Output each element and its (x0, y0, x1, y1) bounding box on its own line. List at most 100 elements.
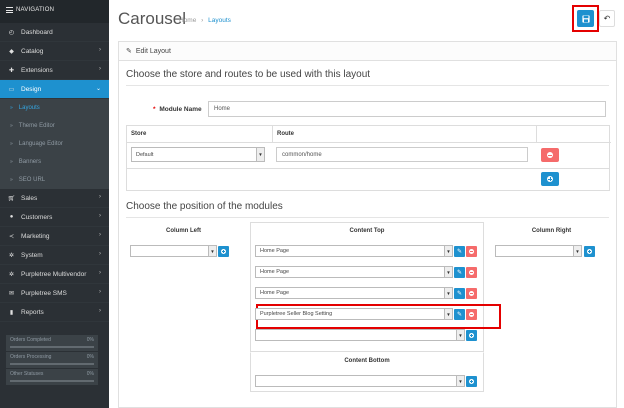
user-icon: ● (9, 214, 14, 220)
remove-module-button[interactable] (466, 288, 477, 299)
sidebar-item-extensions[interactable]: ✚ Extensions › (0, 61, 109, 80)
add-route-button[interactable] (541, 172, 559, 186)
edit-module-button[interactable]: ✎ (454, 267, 465, 278)
double-chevron-icon: » (10, 141, 13, 147)
column-header-store: Store (127, 126, 273, 143)
column-right-title: Column Right (531, 228, 572, 234)
save-button[interactable] (577, 10, 594, 27)
sidebar-item-label: Sales (21, 194, 38, 202)
edit-layout-panel: ✎ Edit Layout Choose the store and route… (118, 41, 617, 408)
sidebar-item-purpletree-sms[interactable]: ✉ Purpletree SMS › (0, 284, 109, 303)
sidebar-item-catalog[interactable]: ◆ Catalog › (0, 42, 109, 61)
store-select[interactable]: Default ▼ (131, 147, 265, 162)
content-bottom-title: Content Bottom (344, 358, 390, 364)
cog-icon: ✲ (8, 252, 15, 259)
sidebar-subitem-label: Banners (18, 159, 42, 165)
stat-label: Orders Processing (10, 354, 52, 360)
sidebar-subitem-seo-url[interactable]: » SEO URL (0, 171, 109, 189)
sidebar-subitem-label: Language Editor (18, 141, 63, 147)
sidebar-item-marketing[interactable]: ≺ Marketing › (0, 227, 109, 246)
section-title-module-positions: Choose the position of the modules (126, 201, 609, 218)
chevron-right-icon: › (99, 251, 101, 257)
content-top-module-select[interactable]: Home Page ▼ (255, 287, 453, 299)
content-top-title: Content Top (349, 228, 385, 234)
required-asterisk: * (153, 106, 156, 113)
edit-module-button[interactable]: ✎ (454, 288, 465, 299)
dropdown-arrow-icon: ▼ (456, 330, 464, 340)
reply-arrow-icon: ↶ (603, 14, 611, 23)
tag-icon: ◆ (9, 48, 14, 55)
chevron-right-icon: › (99, 232, 101, 238)
double-chevron-icon: » (10, 159, 13, 165)
monitor-icon: ▭ (8, 86, 15, 93)
content-top-module-select[interactable]: Home Page ▼ (255, 266, 453, 278)
sidebar: NAVIGATION ◴ Dashboard ◆ Catalog › ✚ Ext… (0, 0, 109, 408)
breadcrumb-home[interactable]: Home (179, 17, 196, 24)
column-left-select[interactable]: ▼ (130, 245, 217, 257)
panel-heading: ✎ Edit Layout (119, 42, 616, 61)
order-stats: Orders Completed 0% Orders Processing 0%… (6, 335, 98, 386)
remove-module-button[interactable] (466, 246, 477, 257)
dropdown-arrow-icon: ▼ (444, 309, 452, 319)
chevron-right-icon: › (99, 270, 101, 276)
sidebar-subitem-layouts[interactable]: » Layouts (0, 99, 109, 117)
content-top-module-select[interactable]: Purpletree Seller Blog Setting ▼ (255, 308, 453, 320)
plus-circle-icon (547, 176, 553, 182)
panel-heading-label: Edit Layout (135, 47, 171, 55)
sidebar-item-dashboard[interactable]: ◴ Dashboard (0, 23, 109, 42)
back-button[interactable]: ↶ (599, 10, 615, 27)
sidebar-item-reports[interactable]: ▮ Reports › (0, 303, 109, 322)
breadcrumb: Home › Layouts (179, 17, 231, 24)
module-name-input[interactable]: Home (208, 101, 606, 117)
content-bottom-select[interactable]: ▼ (255, 375, 465, 387)
floppy-disk-icon (581, 14, 590, 23)
share-icon: ≺ (8, 233, 15, 240)
route-input[interactable]: common/home (276, 147, 528, 162)
pencil-icon: ✎ (126, 48, 132, 55)
content-top-module-select[interactable]: Home Page ▼ (255, 245, 453, 257)
edit-module-button[interactable]: ✎ (454, 246, 465, 257)
module-name-label-text: Module Name (159, 106, 202, 113)
page-title: Carousel (118, 9, 187, 28)
remove-module-button[interactable] (466, 267, 477, 278)
stat-label: Orders Completed (10, 337, 51, 343)
sidebar-subitem-theme-editor[interactable]: » Theme Editor (0, 117, 109, 135)
stat-percent: 0% (86, 371, 94, 377)
column-header-action (537, 126, 611, 143)
minus-circle-icon (469, 249, 474, 254)
sidebar-item-customers[interactable]: ● Customers › (0, 208, 109, 227)
sidebar-item-design[interactable]: ▭ Design ⌄ (0, 80, 109, 99)
column-left-add-button[interactable] (218, 246, 229, 257)
minus-circle-icon (469, 270, 474, 275)
sidebar-item-label: Marketing (21, 232, 50, 240)
content-top-new-module-select[interactable]: ▼ (255, 329, 465, 341)
table-row-divider (127, 168, 609, 169)
remove-module-button[interactable] (466, 309, 477, 320)
sidebar-item-sales[interactable]: 🛒︎ Sales › (0, 189, 109, 208)
module-select-value: Home Page (260, 290, 290, 296)
pencil-icon: ✎ (456, 270, 463, 276)
column-right-select[interactable]: ▼ (495, 245, 582, 257)
dropdown-arrow-icon: ▼ (444, 288, 452, 298)
content-bottom-add-button[interactable] (466, 376, 477, 387)
sidebar-subitem-label: Theme Editor (18, 123, 55, 129)
column-left-title: Column Left (166, 228, 201, 234)
chevron-right-icon: › (99, 213, 101, 219)
sidebar-subitem-banners[interactable]: » Banners (0, 153, 109, 171)
sidebar-item-system[interactable]: ✲ System › (0, 246, 109, 265)
stat-label: Other Statuses (10, 371, 44, 377)
puzzle-icon: ✚ (8, 67, 15, 74)
remove-route-button[interactable] (541, 148, 559, 162)
sidebar-subitem-language-editor[interactable]: » Language Editor (0, 135, 109, 153)
chevron-right-icon: › (99, 308, 101, 314)
dropdown-arrow-icon: ▼ (573, 246, 581, 256)
breadcrumb-separator: › (201, 17, 204, 24)
store-route-table: Store Route Default ▼ common/home (126, 125, 611, 191)
column-right-add-button[interactable] (584, 246, 595, 257)
navigation-header[interactable]: NAVIGATION (0, 0, 109, 23)
sidebar-item-purpletree-multivendor[interactable]: ✲ Purpletree Multivendor › (0, 265, 109, 284)
content-top-add-button[interactable] (466, 330, 477, 341)
edit-module-button[interactable]: ✎ (454, 309, 465, 320)
stat-progress-bar (10, 380, 94, 382)
breadcrumb-layouts[interactable]: Layouts (208, 17, 231, 24)
